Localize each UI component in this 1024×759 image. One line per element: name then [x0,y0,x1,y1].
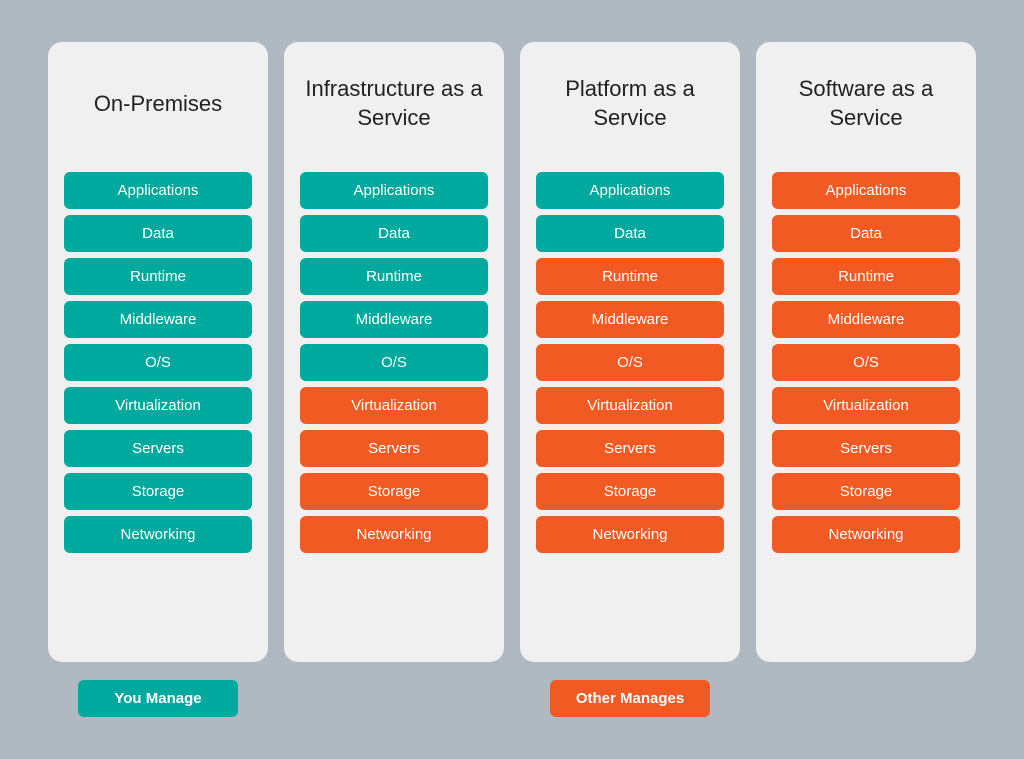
item-paas-0: Applications [536,172,724,209]
item-iaas-0: Applications [300,172,488,209]
items-list-iaas: Applications Data Runtime Middleware O/S Virt… [300,172,488,553]
column-title-saas: Software as a Service [772,64,960,144]
column-title-iaas: Infrastructure as a Service [300,64,488,144]
item-saas-0: Applications [772,172,960,209]
item-saas-2: Runtime [772,258,960,295]
item-on-premises-6: Servers [64,430,252,467]
item-on-premises-0: Applications [64,172,252,209]
item-paas-1: Data [536,215,724,252]
item-on-premises-2: Runtime [64,258,252,295]
items-list-on-premises: Applications Data Runtime Middleware O/S Virt… [64,172,252,553]
other-manages-badge: Other Manages [550,680,710,717]
item-iaas-8: Networking [300,516,488,553]
item-on-premises-4: O/S [64,344,252,381]
item-saas-5: Virtualization [772,387,960,424]
footer-left-spacer: You Manage [48,680,268,717]
item-paas-2: Runtime [536,258,724,295]
column-title-paas: Platform as a Service [536,64,724,144]
item-iaas-2: Runtime [300,258,488,295]
item-iaas-6: Servers [300,430,488,467]
item-iaas-5: Virtualization [300,387,488,424]
item-saas-3: Middleware [772,301,960,338]
item-iaas-4: O/S [300,344,488,381]
items-list-saas: Applications Data Runtime Middleware O/S Virt… [772,172,960,553]
item-paas-5: Virtualization [536,387,724,424]
column-paas: Platform as a Service Applications Data Run… [520,42,740,662]
item-iaas-7: Storage [300,473,488,510]
footer-mid-spacer [284,680,504,717]
column-title-on-premises: On-Premises [94,64,222,144]
item-on-premises-7: Storage [64,473,252,510]
main-container: On-Premises Applications Data Runtime Middle… [20,42,1004,662]
item-paas-6: Servers [536,430,724,467]
item-saas-4: O/S [772,344,960,381]
footer-row: You Manage Other Manages [20,680,1004,717]
item-saas-7: Storage [772,473,960,510]
item-iaas-3: Middleware [300,301,488,338]
column-iaas: Infrastructure as a Service Applications D… [284,42,504,662]
item-paas-3: Middleware [536,301,724,338]
item-saas-6: Servers [772,430,960,467]
footer-right-spacer: Other Manages [520,680,740,717]
item-on-premises-3: Middleware [64,301,252,338]
you-manage-badge: You Manage [78,680,238,717]
item-on-premises-5: Virtualization [64,387,252,424]
item-paas-4: O/S [536,344,724,381]
item-paas-7: Storage [536,473,724,510]
item-on-premises-1: Data [64,215,252,252]
item-paas-8: Networking [536,516,724,553]
item-on-premises-8: Networking [64,516,252,553]
item-saas-8: Networking [772,516,960,553]
items-list-paas: Applications Data Runtime Middleware O/S Virt… [536,172,724,553]
item-saas-1: Data [772,215,960,252]
item-iaas-1: Data [300,215,488,252]
column-on-premises: On-Premises Applications Data Runtime Middle… [48,42,268,662]
column-saas: Software as a Service Applications Data Run… [756,42,976,662]
footer-far-right-spacer [756,680,976,717]
